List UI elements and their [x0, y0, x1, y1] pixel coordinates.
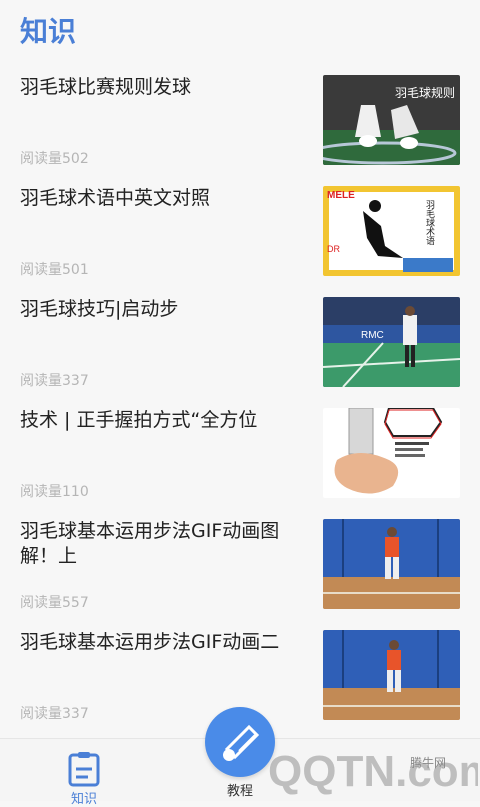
article-thumbnail: [323, 519, 460, 609]
article-read-count: 阅读量502: [20, 151, 89, 167]
list-item[interactable]: 羽毛球技巧|启动步 阅读量337 RMC: [0, 285, 480, 396]
article-read-count: 阅读量337: [20, 706, 89, 722]
thumbnail-caption: RMC: [361, 330, 384, 341]
article-thumbnail: 羽毛球规则: [323, 75, 460, 165]
article-read-count: 阅读量557: [20, 595, 89, 611]
article-thumbnail: [323, 408, 460, 498]
watermark-logo: QQTN.com: [268, 740, 480, 804]
clipboard-icon: [68, 752, 100, 787]
article-thumbnail: MELE DR 羽毛球术语: [323, 186, 460, 276]
shuttlecock-icon: [223, 724, 260, 761]
article-title: 羽毛球比赛规则发球: [20, 76, 192, 98]
thumbnail-caption: DR: [327, 244, 340, 254]
article-read-count: 阅读量337: [20, 373, 89, 389]
thumbnail-caption: 羽毛球术语: [424, 200, 435, 246]
article-thumbnail: [323, 630, 460, 720]
watermark-brand: QQTN.com: [268, 747, 478, 796]
list-item[interactable]: 羽毛球基本运用步法GIF动画图解！上 阅读量557: [0, 507, 480, 618]
list-item[interactable]: 羽毛球术语中英文对照 阅读量501 MELE DR 羽毛球术语: [0, 174, 480, 285]
article-title: 羽毛球基本运用步法GIF动画二: [20, 631, 280, 653]
list-item[interactable]: 技术 | 正手握拍方式“全方位 阅读量110: [0, 396, 480, 507]
list-item[interactable]: 羽毛球比赛规则发球 阅读量502 羽毛球规则: [0, 63, 480, 174]
tab-tutorial-button[interactable]: [205, 707, 275, 777]
article-read-count: 阅读量110: [20, 484, 89, 500]
thumbnail-caption: MELE: [327, 190, 355, 201]
article-title: 羽毛球技巧|启动步: [20, 298, 179, 320]
article-list: 羽毛球比赛规则发球 阅读量502 羽毛球规则 羽毛球术语中英文对照 阅读量501: [0, 63, 480, 729]
article-read-count: 阅读量501: [20, 262, 89, 278]
page-title: 知识: [20, 15, 77, 48]
article-title: 技术 | 正手握拍方式“全方位: [20, 409, 258, 431]
article-title: 羽毛球基本运用步法GIF动画图解！上: [20, 520, 280, 567]
tab-knowledge-label: 知识: [70, 792, 97, 807]
article-thumbnail: RMC: [323, 297, 460, 387]
thumbnail-caption: 羽毛球规则: [395, 85, 455, 100]
article-title: 羽毛球术语中英文对照: [20, 187, 211, 209]
tab-knowledge[interactable]: 知识: [52, 749, 116, 807]
tab-tutorial-label[interactable]: 教程: [210, 780, 270, 799]
watermark-site-text: 腾牛网: [410, 756, 447, 770]
